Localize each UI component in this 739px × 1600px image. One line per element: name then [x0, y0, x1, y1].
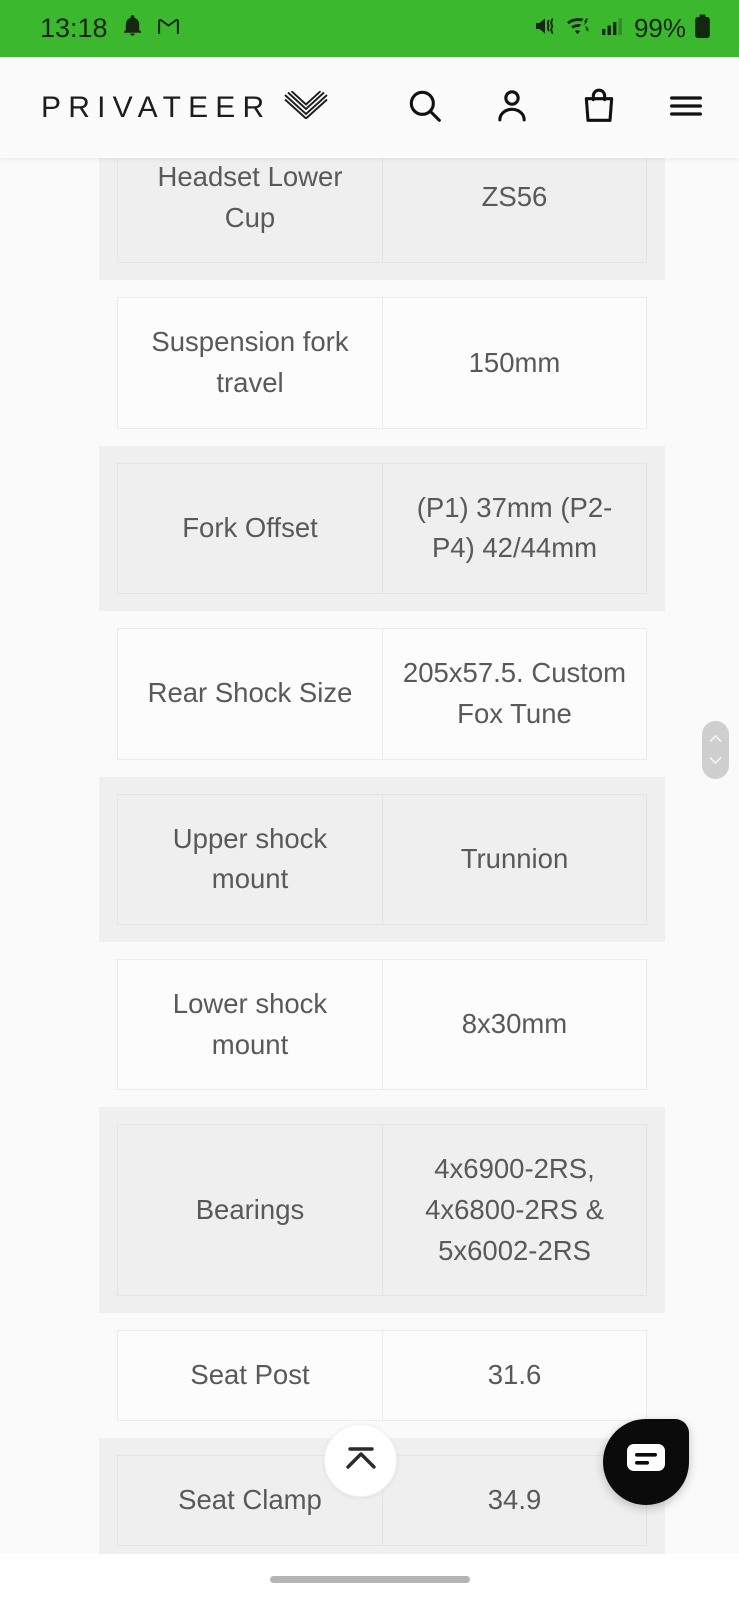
status-bar: 13:18 99%: [0, 0, 739, 57]
spec-value: 31.6: [382, 1330, 647, 1421]
system-nav-bar: [0, 1558, 739, 1600]
search-icon: [405, 86, 445, 129]
brand-logo[interactable]: PRIVATEER: [41, 90, 329, 125]
table-row: Lower shock mount 8x30mm: [99, 942, 665, 1107]
table-row: Headset Lower Cup ZS56: [99, 158, 665, 281]
hamburger-menu-icon: [666, 86, 706, 129]
spec-value: 205x57.5. Custom Fox Tune: [382, 628, 647, 760]
spec-value: ZS56: [382, 158, 647, 264]
wifi-icon: [565, 14, 594, 43]
spec-table-rows: Headset Lower Cup ZS56 Suspension fork t…: [0, 158, 739, 1558]
spec-label: Lower shock mount: [117, 958, 382, 1091]
scroll-to-top-button[interactable]: [324, 1424, 397, 1497]
menu-button[interactable]: [663, 85, 709, 131]
chevron-stripes-icon: [284, 90, 329, 124]
table-row: Rear Shock Size 205x57.5. Custom Fox Tun…: [99, 611, 665, 776]
search-button[interactable]: [402, 85, 448, 131]
spec-label: Headset Lower Cup: [117, 158, 382, 264]
spec-label: Suspension fork travel: [117, 297, 382, 429]
table-row: Upper shock mount Trunnion: [99, 776, 665, 942]
spec-label: Upper shock mount: [117, 793, 382, 925]
scroll-to-top-icon: [340, 1441, 382, 1480]
spec-table: Headset Lower Cup ZS56 Suspension fork t…: [0, 158, 739, 1558]
status-bar-right: 99%: [533, 13, 711, 44]
spec-value: 150mm: [382, 297, 647, 429]
scrollbar-handle[interactable]: [702, 721, 729, 779]
spec-value: (P1) 37mm (P2-P4) 42/44mm: [382, 462, 647, 595]
chat-bubble-icon: [624, 1440, 668, 1485]
spec-label: Fork Offset: [117, 462, 382, 595]
table-row: Fork Offset (P1) 37mm (P2-P4) 42/44mm: [99, 445, 665, 612]
chevron-up-icon: [709, 730, 722, 748]
spec-label: Rear Shock Size: [117, 628, 382, 760]
status-bar-left: 13:18: [40, 13, 180, 44]
gesture-pill[interactable]: [269, 1575, 470, 1583]
table-row: Bearings 4x6900-2RS, 4x6800-2RS & 5x6002…: [99, 1107, 665, 1314]
chat-fab-button[interactable]: [603, 1419, 689, 1505]
brand-wordmark: PRIVATEER: [41, 90, 272, 124]
spec-value: 4x6900-2RS, 4x6800-2RS & 5x6002-2RS: [382, 1124, 647, 1297]
spec-label: Bearings: [117, 1124, 382, 1297]
chevron-down-icon: [709, 752, 722, 770]
table-row: Suspension fork travel 150mm: [99, 280, 665, 445]
battery-percent: 99%: [633, 13, 686, 43]
mute-vibrate-icon: [533, 14, 558, 43]
cellular-signal-icon: [601, 16, 623, 41]
status-time: 13:18: [40, 13, 108, 43]
shopping-bag-icon: [579, 86, 619, 129]
gmail-icon: [157, 17, 180, 41]
header-actions: [402, 85, 709, 131]
spec-value: 8x30mm: [382, 958, 647, 1091]
battery-icon: [694, 14, 711, 44]
cart-button[interactable]: [576, 85, 622, 131]
site-header: PRIVATEER: [0, 57, 739, 158]
phone-screen: 13:18 99% PRIVATEER Headset Lower Cup ZS…: [0, 0, 739, 1600]
account-button[interactable]: [489, 85, 535, 131]
table-row: Seat Post 31.6: [99, 1313, 665, 1438]
notification-bell-icon: [121, 14, 144, 43]
spec-value: Trunnion: [382, 793, 647, 925]
user-icon: [492, 86, 532, 129]
spec-label: Seat Post: [117, 1330, 382, 1421]
